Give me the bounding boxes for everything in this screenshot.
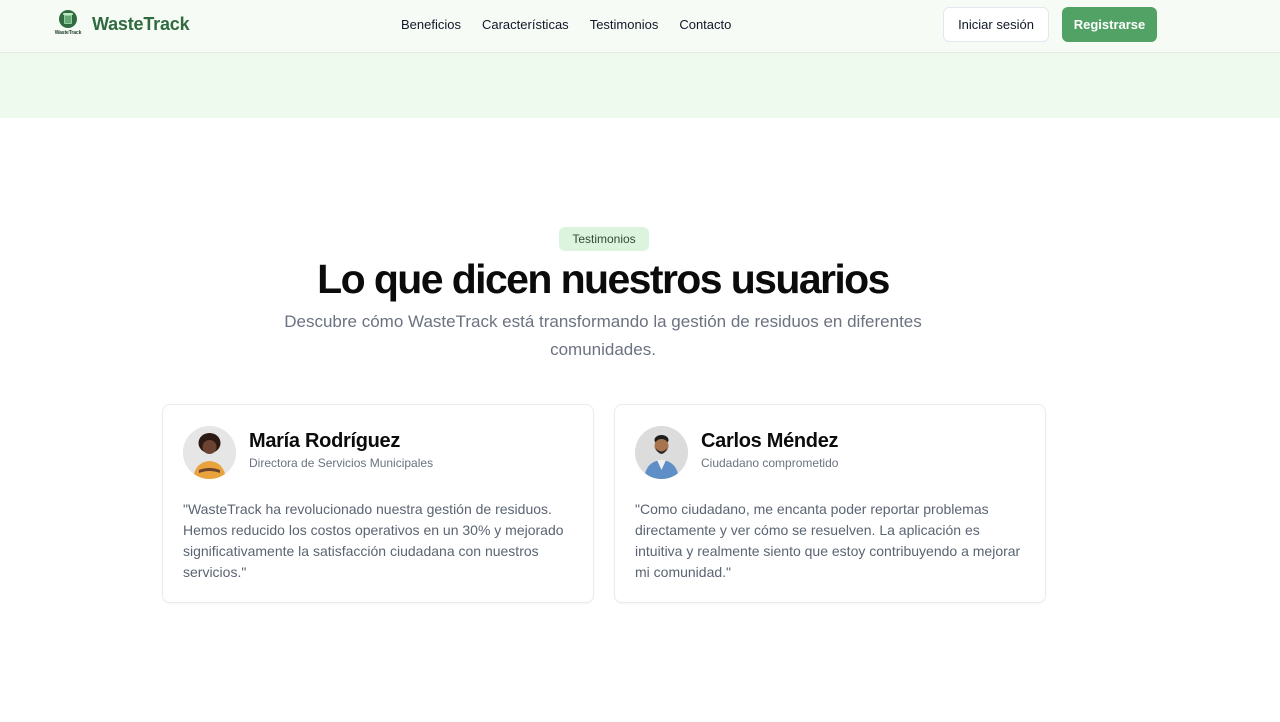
testimonial-card: Carlos Méndez Ciudadano comprometido "Co… [614,404,1046,603]
nav-link-testimonios[interactable]: Testimonios [590,17,659,32]
avatar [183,426,236,479]
avatar [635,426,688,479]
nav-link-contacto[interactable]: Contacto [679,17,731,32]
person-role: Ciudadano comprometido [701,456,839,470]
section-subtitle: Descubre cómo WasteTrack está transforma… [284,312,922,359]
logo-caption: WasteTrack [54,30,82,36]
site-header: WasteTrack WasteTrack Beneficios Caracte… [0,0,1280,53]
testimonial-card: María Rodríguez Directora de Servicios M… [162,404,594,603]
nav-link-beneficios[interactable]: Beneficios [401,17,461,32]
testimonial-quote: "Como ciudadano, me encanta poder report… [635,501,1021,580]
trash-bin-logo-icon: WasteTrack [53,9,83,39]
register-button[interactable]: Registrarse [1062,7,1157,42]
section-badge: Testimonios [559,227,649,251]
login-button[interactable]: Iniciar sesión [943,7,1049,42]
person-name: María Rodríguez [249,430,401,452]
logo[interactable]: WasteTrack WasteTrack [53,9,190,39]
brand-name: WasteTrack [92,13,190,34]
person-name: Carlos Méndez [701,430,839,452]
testimonial-quote: "WasteTrack ha revolucionado nuestra ges… [183,501,564,580]
hero-band [0,53,1280,118]
person-role: Directora de Servicios Municipales [249,456,434,470]
nav-link-caracteristicas[interactable]: Características [482,17,569,32]
main-nav: Beneficios Características Testimonios C… [401,17,731,32]
section-title: Lo que dicen nuestros usuarios [317,256,890,302]
